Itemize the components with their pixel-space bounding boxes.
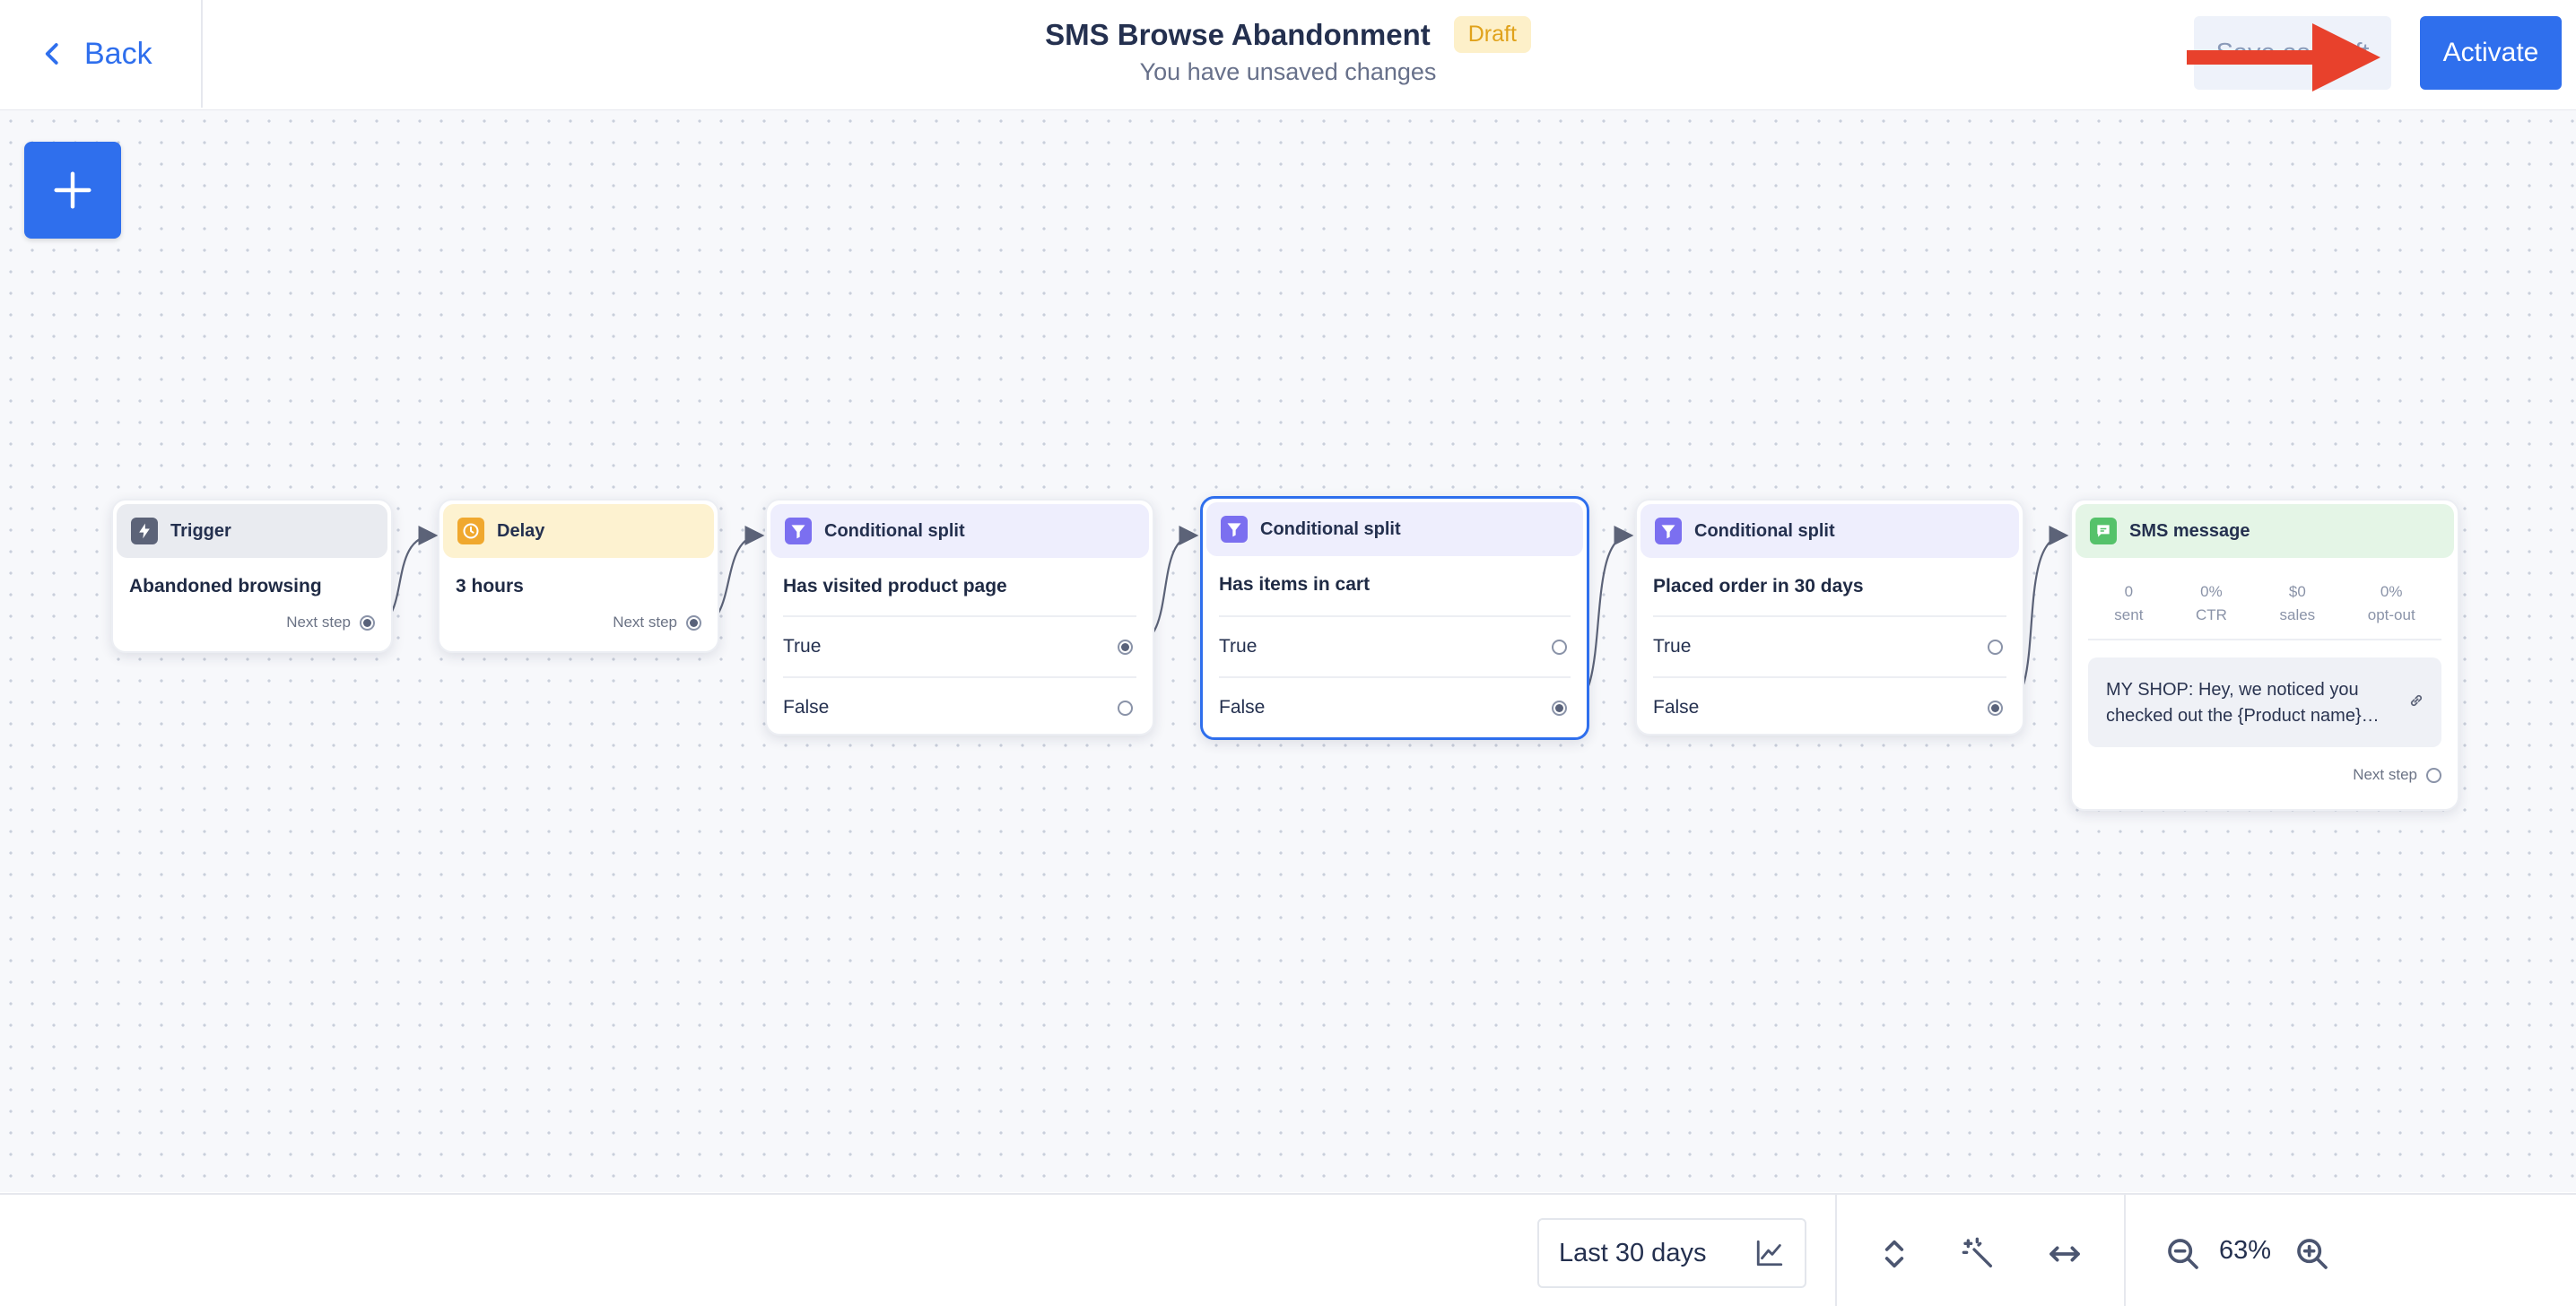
stat-opt-out: 0% opt-out <box>2367 583 2415 623</box>
conditional-split-node-selected[interactable]: Conditional split Has items in cart True… <box>1200 496 1589 740</box>
branch-label: True <box>1653 636 1692 657</box>
branch-false: False <box>1219 676 1571 737</box>
branch-false: False <box>783 676 1136 734</box>
node-title: Placed order in 30 days <box>1653 576 1864 596</box>
node-type-label: Conditional split <box>1260 518 1401 539</box>
branch-true: True <box>1219 615 1571 676</box>
branch-label: False <box>1219 697 1266 718</box>
branch-handle[interactable] <box>1988 639 2003 655</box>
flow-canvas[interactable]: Trigger Abandoned browsing Next step Del… <box>0 110 2576 1192</box>
expand-horizontal-icon[interactable] <box>2047 1236 2083 1272</box>
node-type-label: Conditional split <box>824 520 965 541</box>
branch-true: True <box>783 615 1136 676</box>
zoom-out-icon[interactable] <box>2165 1236 2201 1272</box>
magic-wand-icon[interactable] <box>1961 1236 1997 1272</box>
sms-preview[interactable]: MY SHOP: Hey, we noticed you checked out… <box>2088 657 2441 747</box>
branch-handle[interactable] <box>1118 639 1133 655</box>
date-range-label: Last 30 days <box>1559 1238 1707 1267</box>
stat-sales: $0 sales <box>2279 583 2316 623</box>
link-icon <box>2410 694 2423 707</box>
delay-node-header: Delay <box>443 504 714 558</box>
header: Back SMS Browse Abandonment Draft You ha… <box>0 0 2576 111</box>
funnel-icon <box>1221 516 1248 543</box>
sms-preview-line: MY SHOP: Hey, we noticed you <box>2106 680 2359 700</box>
branch-label: False <box>1653 697 1700 718</box>
toolbar-divider <box>1835 1195 1837 1306</box>
next-step-handle[interactable] <box>686 614 701 631</box>
zoom-level: 63% <box>2219 1236 2272 1265</box>
next-step-label: Next step <box>613 614 677 631</box>
chart-icon <box>1756 1240 1783 1267</box>
next-step: Next step <box>286 614 375 631</box>
next-step-handle[interactable] <box>360 614 375 631</box>
node-title: Abandoned browsing <box>129 576 322 596</box>
stat-sent: 0 sent <box>2114 583 2144 623</box>
next-step-handle[interactable] <box>2426 767 2441 783</box>
branch-label: False <box>783 697 830 718</box>
toolbar-divider <box>2124 1195 2126 1306</box>
conditional-split-node[interactable]: Conditional split Placed order in 30 day… <box>1635 499 2024 736</box>
branch-true: True <box>1653 615 2006 676</box>
add-step-button[interactable] <box>24 142 121 239</box>
branch-label: True <box>783 636 822 657</box>
split-node-header: Conditional split <box>1206 502 1583 556</box>
node-type-label: Conditional split <box>1694 520 1835 541</box>
expand-vertical-icon[interactable] <box>1876 1236 1912 1272</box>
message-icon <box>2090 518 2117 544</box>
conditional-split-node[interactable]: Conditional split Has visited product pa… <box>765 499 1154 736</box>
branch-handle[interactable] <box>1552 700 1567 716</box>
next-step-label: Next step <box>2353 766 2417 783</box>
date-range-button[interactable]: Last 30 days <box>1537 1218 1806 1288</box>
split-node-header: Conditional split <box>770 504 1149 558</box>
annotation-arrow-icon <box>2187 23 2380 91</box>
branch-label: True <box>1219 636 1258 657</box>
node-type-label: Trigger <box>170 520 231 541</box>
trigger-node[interactable]: Trigger Abandoned browsing Next step <box>111 499 393 653</box>
node-title: Has visited product page <box>783 576 1007 596</box>
branch-handle[interactable] <box>1118 700 1133 716</box>
split-node-header: Conditional split <box>1640 504 2019 558</box>
next-step: Next step <box>2353 766 2441 784</box>
sms-stats: 0 sent 0% CTR $0 sales 0% opt-out <box>2088 583 2441 640</box>
sms-message-node[interactable]: SMS message 0 sent 0% CTR $0 sales 0% opt-ou… <box>2070 499 2459 811</box>
node-title: 3 hours <box>456 576 524 596</box>
lightning-icon <box>131 518 158 544</box>
next-step-label: Next step <box>286 614 351 631</box>
plus-icon <box>54 171 91 209</box>
sms-node-header: SMS message <box>2076 504 2454 558</box>
funnel-icon <box>1655 518 1682 544</box>
branch-handle[interactable] <box>1552 639 1567 655</box>
next-step: Next step <box>613 614 701 631</box>
flow-title: SMS Browse Abandonment <box>1045 17 1431 51</box>
clock-icon <box>457 518 484 544</box>
funnel-icon <box>785 518 812 544</box>
status-badge: Draft <box>1453 16 1531 53</box>
node-type-label: SMS message <box>2129 520 2250 541</box>
trigger-node-header: Trigger <box>117 504 387 558</box>
delay-node[interactable]: Delay 3 hours Next step <box>438 499 719 653</box>
branch-handle[interactable] <box>1988 700 2003 716</box>
branch-false: False <box>1653 676 2006 734</box>
node-title: Has items in cart <box>1219 574 1371 595</box>
node-type-label: Delay <box>497 520 545 541</box>
stat-ctr: 0% CTR <box>2195 583 2227 623</box>
activate-button[interactable]: Activate <box>2420 16 2562 90</box>
bottom-toolbar: Last 30 days 63% <box>0 1193 2576 1306</box>
zoom-in-icon[interactable] <box>2294 1236 2330 1272</box>
sms-preview-line: checked out the {Product name}… <box>2106 706 2380 726</box>
